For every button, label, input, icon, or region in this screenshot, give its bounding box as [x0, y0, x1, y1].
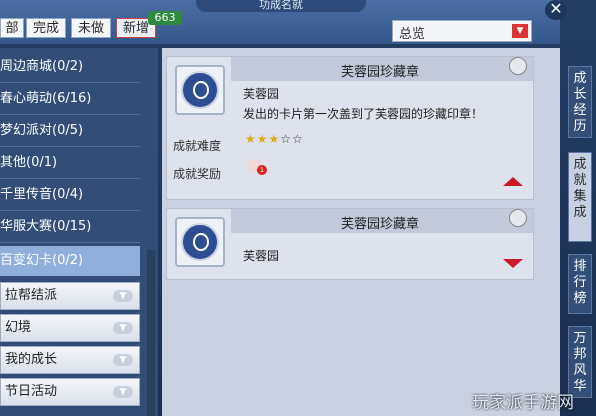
card-subtitle: 芙蓉园 [243, 249, 280, 263]
category-item[interactable]: 华服大赛(0/15) [0, 212, 140, 242]
category-select[interactable]: 总览 ▼ [392, 20, 532, 42]
chevron-down-icon: ▼ [113, 386, 133, 398]
shell-icon [509, 57, 527, 75]
filter-undone-button[interactable]: 未做 [71, 18, 111, 38]
expand-arrow-icon[interactable] [503, 259, 523, 268]
new-count-badge: 663 [148, 11, 182, 25]
card-title: 芙蓉园珍藏章 [341, 65, 420, 80]
difficulty-stars: ★★★☆☆ [245, 132, 304, 146]
group-label: 幻境 [5, 320, 32, 335]
achievement-panel: 芙蓉园珍藏章 芙蓉园 发出的卡片第一次盖到了芙蓉园的珍藏印章！ 成就难度 ★★★… [162, 48, 560, 416]
seal-emblem-icon [175, 65, 225, 115]
tab-ranking[interactable]: 排行榜 [568, 254, 592, 314]
category-item[interactable]: 千里传音(0/4) [0, 180, 140, 210]
chevron-down-icon: ▼ [113, 354, 133, 366]
watermark: 玩家派手游网 [472, 393, 574, 413]
scrollbar[interactable] [147, 250, 155, 416]
group-button[interactable]: 幻境 ▼ [0, 314, 140, 342]
shell-icon [509, 209, 527, 227]
difficulty-label: 成就难度 [173, 139, 222, 153]
card-title: 芙蓉园珍藏章 [341, 217, 420, 232]
category-item[interactable]: 春心萌动(6/16) [0, 84, 140, 114]
close-button[interactable]: ✕ [545, 0, 567, 20]
category-item[interactable]: 周边商城(0/2) [0, 52, 140, 82]
category-item[interactable]: 其他(0/1) [0, 148, 140, 178]
tab-achievements[interactable]: 成就集成 [568, 152, 592, 242]
card-header: 芙蓉园珍藏章 [231, 57, 533, 81]
group-label: 节日活动 [5, 384, 58, 399]
card-description: 发出的卡片第一次盖到了芙蓉园的珍藏印章！ [243, 107, 484, 121]
category-item-selected[interactable]: 百变幻卡(0/2) [0, 246, 140, 276]
window-title: 功成名就 [196, 0, 366, 12]
card-subtitle: 芙蓉园 [243, 87, 280, 101]
achievement-window: 功成名就 部 完成 未做 新增 663 ✕ 总览 ▼ 周边商城(0/2) 春心萌… [0, 0, 596, 416]
category-item[interactable]: 梦幻派对(0/5) [0, 116, 140, 146]
filter-all-button[interactable]: 部 [0, 18, 24, 38]
group-button[interactable]: 拉帮结派 ▼ [0, 282, 140, 310]
seal-emblem-icon [175, 217, 225, 267]
collapse-arrow-icon[interactable] [503, 177, 523, 186]
achievement-card[interactable]: 芙蓉园珍藏章 芙蓉园 [166, 208, 534, 280]
category-list: 周边商城(0/2) 春心萌动(6/16) 梦幻派对(0/5) 其他(0/1) 千… [0, 48, 158, 416]
chevron-down-icon: ▼ [512, 24, 528, 38]
category-select-value: 总览 [399, 27, 426, 42]
group-label: 我的成长 [5, 352, 58, 367]
group-button[interactable]: 我的成长 ▼ [0, 346, 140, 374]
card-header: 芙蓉园珍藏章 [231, 209, 533, 233]
chevron-down-icon: ▼ [113, 290, 133, 302]
close-icon: ✕ [549, 0, 563, 18]
reward-count: 1 [257, 165, 267, 175]
group-label: 拉帮结派 [5, 288, 58, 303]
achievement-card[interactable]: 芙蓉园珍藏章 芙蓉园 发出的卡片第一次盖到了芙蓉园的珍藏印章！ 成就难度 ★★★… [166, 56, 534, 200]
filter-done-button[interactable]: 完成 [26, 18, 66, 38]
reward-label: 成就奖励 [173, 167, 222, 181]
reward-item-icon[interactable]: 1 [247, 159, 267, 175]
tab-growth[interactable]: 成长经历 [568, 66, 592, 138]
chevron-down-icon: ▼ [113, 322, 133, 334]
group-button[interactable]: 节日活动 ▼ [0, 378, 140, 406]
